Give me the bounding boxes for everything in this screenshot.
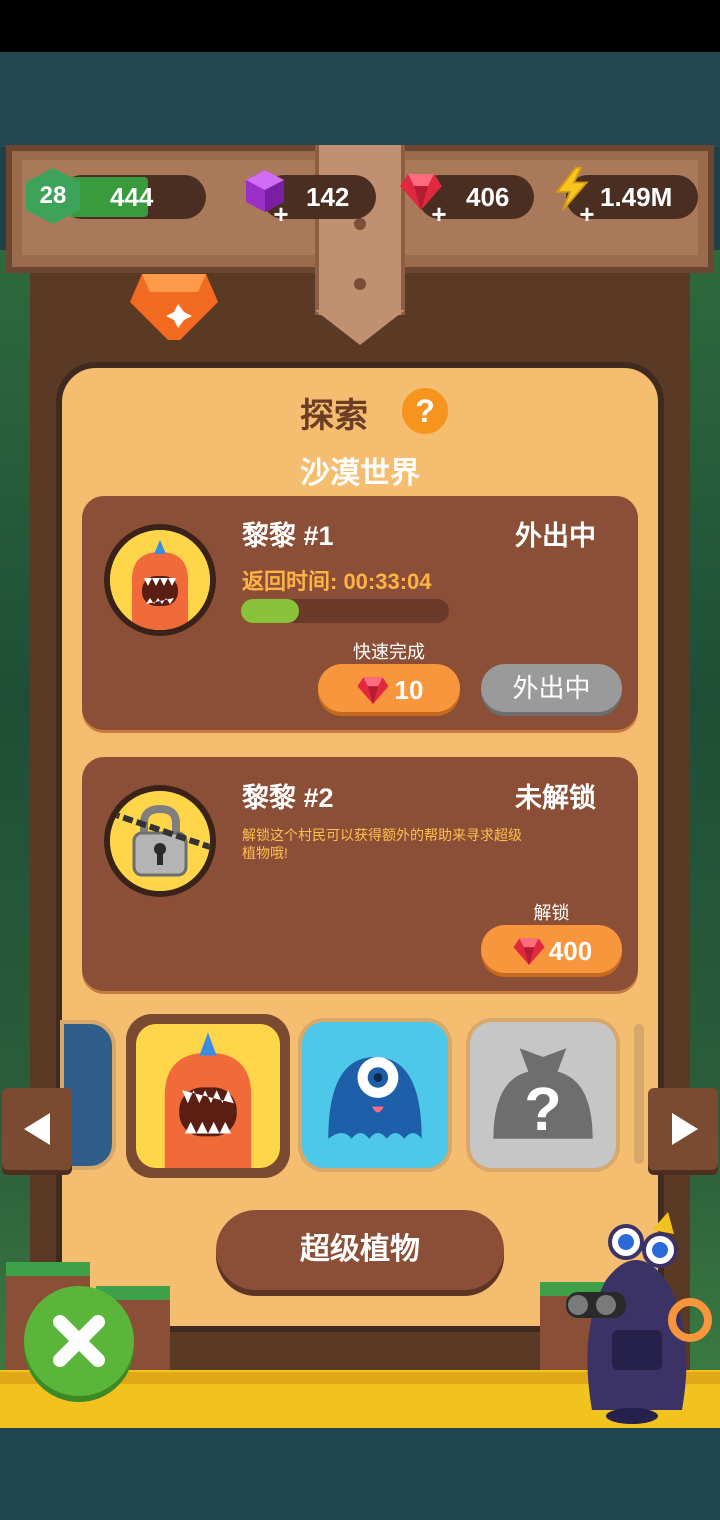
unlock-description: 解锁这个村民可以获得额外的帮助来寻求超级植物哦!: [242, 827, 522, 861]
blue-monster-slot: [302, 1022, 448, 1168]
beam-strap-tip: [315, 310, 405, 345]
away-button[interactable]: 外出中: [481, 664, 622, 712]
character-slot-partial: [634, 1024, 644, 1164]
close-button[interactable]: [24, 1286, 134, 1396]
quick-finish-button[interactable]: 10: [318, 664, 460, 712]
villager-status: 外出中: [515, 521, 596, 551]
orange-monster-slot: [136, 1024, 280, 1168]
add-energy-icon[interactable]: +: [578, 201, 596, 227]
mystery-slot: ?: [470, 1022, 616, 1168]
arrow-right-icon: [672, 1113, 698, 1145]
villager-status: 未解锁: [515, 783, 596, 813]
unlock-cost: 400: [548, 936, 593, 967]
background-top: [0, 52, 720, 147]
rivet: [354, 278, 366, 290]
panel-title: 探索: [300, 397, 368, 435]
return-progress-bar: [241, 599, 449, 623]
lock-icon: [110, 791, 210, 891]
red-gem-icon: [513, 938, 545, 966]
return-time: 返回时间: 00:33:04: [242, 569, 432, 594]
previous-button[interactable]: [2, 1088, 72, 1170]
explorer-monster-mascot: [566, 1212, 712, 1424]
red-gem-icon: [357, 677, 389, 705]
villager-name: 黎黎 #1: [242, 521, 334, 551]
locked-villager-avatar: [110, 791, 210, 891]
svg-text:?: ?: [524, 1074, 561, 1143]
level-value: 28: [39, 182, 67, 209]
orange-monster-icon: [110, 530, 210, 630]
unlock-button[interactable]: 400: [481, 925, 622, 973]
add-purple-gems-icon[interactable]: +: [272, 201, 290, 227]
quick-finish-label: 快速完成: [353, 642, 425, 662]
purple-gem-value: 142: [306, 182, 350, 212]
energy-value: 1.49M: [600, 182, 673, 212]
next-button[interactable]: [648, 1088, 718, 1170]
world-name: 沙漠世界: [300, 457, 420, 490]
return-progress-fill: [241, 599, 300, 623]
background-bottom: [0, 1428, 720, 1520]
status-bar: [0, 0, 720, 52]
mystery-bag-icon: ?: [493, 1048, 593, 1143]
orange-gem-decoration: [130, 274, 218, 340]
orange-monster-icon: [164, 1032, 252, 1168]
villager-name: 黎黎 #2: [242, 783, 334, 813]
add-red-gems-icon[interactable]: +: [430, 201, 448, 227]
red-gem-value: 406: [466, 182, 510, 212]
unlock-label: 解锁: [533, 903, 570, 923]
close-icon: [53, 1315, 105, 1367]
blue-monster-icon: [328, 1057, 422, 1139]
villager-avatar: [110, 530, 210, 630]
help-icon[interactable]: ?: [402, 388, 448, 434]
arrow-left-icon: [24, 1113, 50, 1145]
quick-finish-cost: 10: [394, 675, 424, 706]
super-plants-button[interactable]: 超级植物: [216, 1210, 504, 1290]
xp-value: 444: [110, 182, 154, 212]
rivet: [354, 218, 366, 230]
